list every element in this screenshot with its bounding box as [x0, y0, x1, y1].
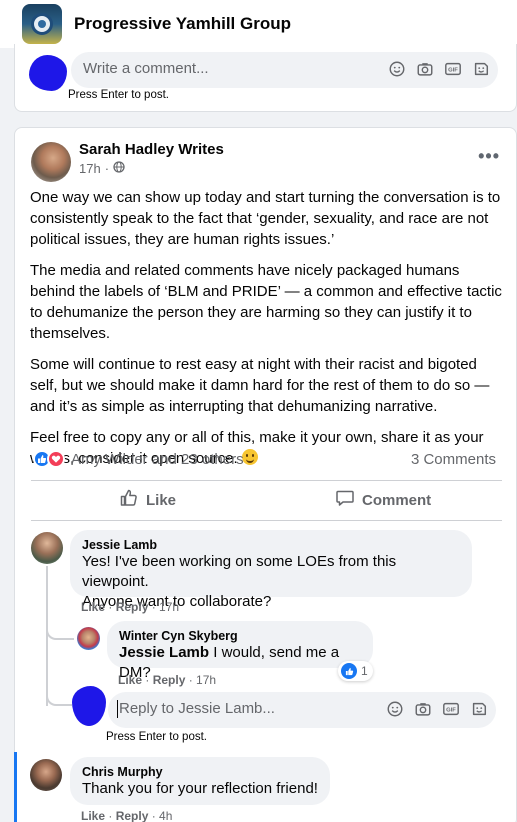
- reply-time[interactable]: 17h: [196, 673, 216, 687]
- comments-count[interactable]: 3 Comments: [411, 451, 496, 468]
- previous-post-footer: Write a comment... GIF Press Enter to po…: [14, 44, 517, 112]
- reply-actions: Like · Reply · 17h: [118, 673, 217, 687]
- group-name[interactable]: Progressive Yamhill Group: [74, 14, 291, 34]
- emoji-icon[interactable]: [387, 59, 406, 78]
- commenter-name[interactable]: Jessie Lamb: [82, 538, 460, 552]
- svg-text:GIF: GIF: [446, 707, 456, 713]
- comment-time[interactable]: 4h: [159, 809, 172, 822]
- comment-reply-link[interactable]: Reply: [116, 600, 149, 614]
- reaction-count: 1: [361, 664, 368, 678]
- comment-input-placeholder[interactable]: Write a comment...: [83, 60, 209, 77]
- comment-like-link[interactable]: Like: [81, 600, 105, 614]
- press-enter-hint: Press Enter to post.: [68, 89, 169, 101]
- commenter-avatar[interactable]: [31, 532, 63, 564]
- reply-composer[interactable]: Reply to Jessie Lamb... GIF: [108, 692, 496, 728]
- reply-connector: [46, 690, 72, 706]
- post-timestamp: 17h ·: [79, 161, 125, 176]
- comment-bubble: Jessie Lamb Yes! I've been working on so…: [70, 530, 472, 610]
- post-paragraph: Some will continue to rest easy at night…: [30, 356, 490, 415]
- post-time-text[interactable]: 17h: [79, 161, 101, 176]
- reply-reply-link[interactable]: Reply: [153, 673, 186, 687]
- reply-input-placeholder[interactable]: Reply to Jessie Lamb...: [117, 700, 275, 719]
- post-author-name[interactable]: Sarah Hadley Writes: [79, 141, 224, 158]
- post-paragraph: One way we can show up today and start t…: [30, 189, 501, 248]
- camera-icon[interactable]: [413, 699, 432, 718]
- reply-like-link[interactable]: Like: [118, 673, 142, 687]
- comment-text: Thank you for your reflection friend!: [82, 780, 318, 797]
- comment-actions: Like · Reply · 4h: [81, 809, 173, 822]
- like-reaction-icon: [341, 663, 357, 679]
- camera-icon[interactable]: [415, 59, 434, 78]
- smile-emoji-icon: [241, 449, 258, 465]
- comment-icon: [335, 488, 355, 512]
- reaction-summary[interactable]: Amy Wilder and 23 others: [33, 450, 244, 468]
- author-avatar[interactable]: [31, 142, 71, 182]
- reply-avatar[interactable]: [77, 627, 100, 650]
- reply-author-name[interactable]: Winter Cyn Skyberg: [119, 629, 361, 643]
- like-button[interactable]: Like: [119, 488, 176, 512]
- reply-connector: [46, 624, 74, 640]
- post-paragraph: The media and related comments have nice…: [30, 262, 502, 342]
- press-enter-hint: Press Enter to post.: [106, 731, 207, 743]
- comment-actions: Like · Reply · 17h: [81, 600, 180, 614]
- sticker-icon[interactable]: [471, 59, 490, 78]
- reply-mention[interactable]: Jessie Lamb: [119, 644, 209, 661]
- gif-icon[interactable]: GIF: [441, 699, 460, 718]
- group-avatar[interactable]: [22, 4, 62, 44]
- globe-icon: [113, 161, 125, 176]
- redacted-avatar: [29, 55, 67, 91]
- sticker-icon[interactable]: [469, 699, 488, 718]
- comment-bubble: Chris Murphy Thank you for your reflecti…: [70, 757, 330, 805]
- comment-button[interactable]: Comment: [335, 488, 431, 512]
- commenter-name[interactable]: Chris Murphy: [82, 765, 318, 779]
- comment-text: Yes! I've been working on some LOEs from…: [82, 553, 397, 590]
- svg-text:GIF: GIF: [448, 67, 458, 73]
- new-comment-indicator: [14, 752, 17, 822]
- commenter-avatar[interactable]: [30, 759, 62, 791]
- group-header: Progressive Yamhill Group: [0, 0, 517, 48]
- like-button-label: Like: [146, 491, 177, 509]
- more-icon[interactable]: •••: [478, 146, 500, 167]
- divider: [31, 480, 502, 481]
- reply-reaction-badge[interactable]: 1: [338, 661, 373, 681]
- divider: [31, 520, 502, 521]
- comment-reply-link[interactable]: Reply: [116, 809, 149, 822]
- emoji-icon[interactable]: [385, 699, 404, 718]
- reply-bubble: Winter Cyn Skyberg Jessie Lamb I would, …: [107, 621, 373, 681]
- comment-like-link[interactable]: Like: [81, 809, 105, 822]
- post-body: One way we can show up today and start t…: [30, 187, 504, 479]
- comment-time[interactable]: 17h: [159, 600, 179, 614]
- love-reaction-icon: [47, 450, 65, 468]
- like-icon: [119, 488, 139, 512]
- comment-button-label: Comment: [362, 491, 432, 509]
- reactions-text[interactable]: Amy Wilder and 23 others: [71, 451, 244, 468]
- comment-composer[interactable]: Write a comment... GIF: [71, 52, 498, 88]
- gif-icon[interactable]: GIF: [443, 59, 462, 78]
